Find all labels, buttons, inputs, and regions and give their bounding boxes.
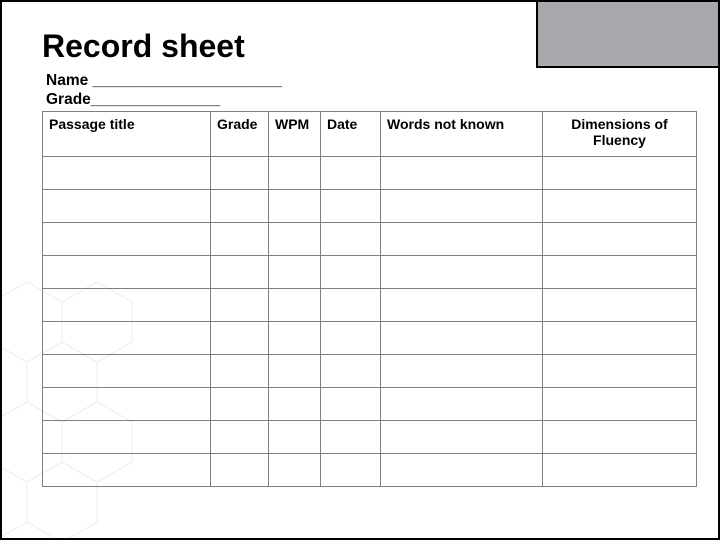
cell-passage_title — [43, 355, 211, 388]
table-row — [43, 421, 697, 454]
cell-date — [321, 256, 381, 289]
cell-grade — [211, 388, 269, 421]
cell-wpm — [269, 388, 321, 421]
col-date: Date — [321, 112, 381, 157]
grade-field-line: Grade_______________ — [46, 90, 702, 109]
cell-date — [321, 388, 381, 421]
table-row — [43, 256, 697, 289]
cell-date — [321, 157, 381, 190]
name-field-line: Name ______________________ — [46, 71, 702, 90]
cell-date — [321, 289, 381, 322]
cell-dimensions — [543, 223, 697, 256]
cell-date — [321, 355, 381, 388]
cell-words_not_known — [381, 289, 543, 322]
cell-wpm — [269, 190, 321, 223]
cell-grade — [211, 289, 269, 322]
cell-grade — [211, 454, 269, 487]
cell-passage_title — [43, 256, 211, 289]
cell-dimensions — [543, 355, 697, 388]
cell-words_not_known — [381, 256, 543, 289]
cell-passage_title — [43, 190, 211, 223]
record-table-wrap: Passage title Grade WPM Date Words not k… — [42, 111, 696, 487]
table-row — [43, 355, 697, 388]
cell-wpm — [269, 289, 321, 322]
cell-dimensions — [543, 256, 697, 289]
cell-grade — [211, 355, 269, 388]
slide: Record sheet Name ______________________… — [0, 0, 720, 540]
cell-dimensions — [543, 454, 697, 487]
cell-grade — [211, 322, 269, 355]
cell-wpm — [269, 454, 321, 487]
decorative-corner-box — [536, 2, 718, 68]
cell-date — [321, 421, 381, 454]
cell-wpm — [269, 157, 321, 190]
record-table: Passage title Grade WPM Date Words not k… — [42, 111, 697, 487]
cell-dimensions — [543, 388, 697, 421]
cell-dimensions — [543, 157, 697, 190]
cell-grade — [211, 157, 269, 190]
table-row — [43, 388, 697, 421]
cell-wpm — [269, 322, 321, 355]
col-passage-title: Passage title — [43, 112, 211, 157]
cell-words_not_known — [381, 355, 543, 388]
cell-passage_title — [43, 421, 211, 454]
cell-dimensions — [543, 289, 697, 322]
cell-grade — [211, 421, 269, 454]
cell-date — [321, 322, 381, 355]
cell-words_not_known — [381, 454, 543, 487]
cell-grade — [211, 223, 269, 256]
cell-dimensions — [543, 190, 697, 223]
cell-grade — [211, 190, 269, 223]
cell-date — [321, 454, 381, 487]
cell-wpm — [269, 223, 321, 256]
cell-wpm — [269, 355, 321, 388]
meta-fields: Name ______________________ Grade_______… — [46, 71, 702, 110]
cell-passage_title — [43, 388, 211, 421]
cell-passage_title — [43, 157, 211, 190]
cell-passage_title — [43, 322, 211, 355]
cell-passage_title — [43, 223, 211, 256]
cell-date — [321, 223, 381, 256]
table-row — [43, 157, 697, 190]
cell-words_not_known — [381, 157, 543, 190]
cell-passage_title — [43, 454, 211, 487]
table-row — [43, 223, 697, 256]
cell-words_not_known — [381, 190, 543, 223]
table-row — [43, 190, 697, 223]
table-row — [43, 454, 697, 487]
cell-dimensions — [543, 322, 697, 355]
col-dimensions: Dimensions of Fluency — [543, 112, 697, 157]
table-row — [43, 322, 697, 355]
col-wpm: WPM — [269, 112, 321, 157]
cell-grade — [211, 256, 269, 289]
table-row — [43, 289, 697, 322]
cell-dimensions — [543, 421, 697, 454]
cell-passage_title — [43, 289, 211, 322]
cell-words_not_known — [381, 223, 543, 256]
cell-words_not_known — [381, 388, 543, 421]
cell-wpm — [269, 421, 321, 454]
cell-wpm — [269, 256, 321, 289]
cell-words_not_known — [381, 322, 543, 355]
cell-words_not_known — [381, 421, 543, 454]
col-grade: Grade — [211, 112, 269, 157]
cell-date — [321, 190, 381, 223]
col-words-not-known: Words not known — [381, 112, 543, 157]
table-header-row: Passage title Grade WPM Date Words not k… — [43, 112, 697, 157]
